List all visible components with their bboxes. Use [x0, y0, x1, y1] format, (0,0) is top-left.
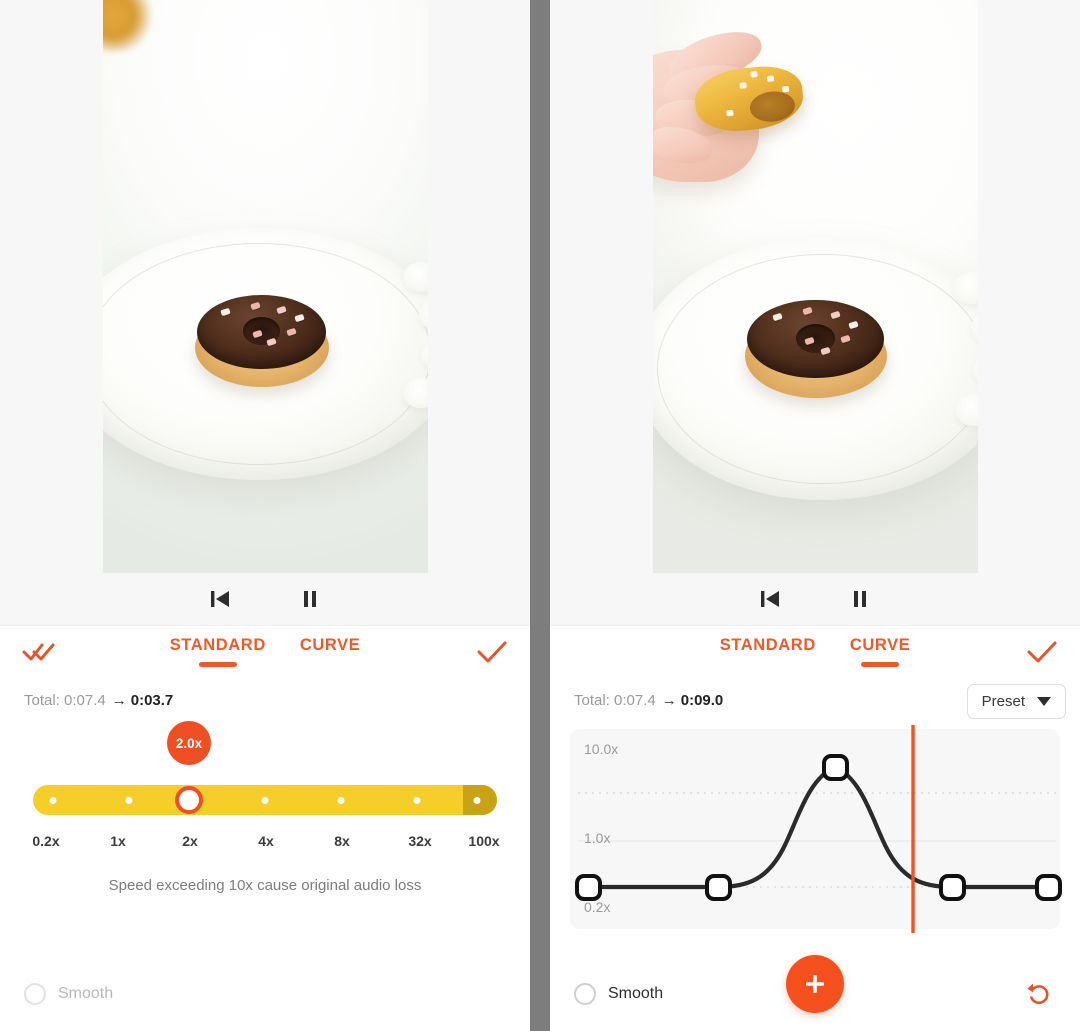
axis-label-min: 0.2x [584, 899, 611, 915]
curve-keypoint-ramp-start [705, 874, 732, 901]
speed-scale-labels: 0.2x 1x 2x 4x 8x 32x 100x [20, 833, 510, 861]
curve-keypoint-peak [822, 754, 849, 781]
curve-keypoint-end [1035, 874, 1062, 901]
duration-summary-right: Total: 0:07.4 → 0:09.0 [550, 678, 747, 709]
tab-standard[interactable]: STANDARD [720, 636, 816, 669]
duration-and-preset-row: Total: 0:07.4 → 0:09.0 Preset [550, 678, 1080, 719]
curve-speed-panel: STANDARD CURVE Total: 0:07.4 → 0:09.0 Pr… [550, 0, 1080, 1031]
tab-active-underline [198, 662, 237, 667]
scale-label-0: 0.2x [32, 833, 60, 849]
check-icon[interactable] [468, 636, 508, 668]
speed-curve-graph[interactable]: 10.0x 1.0x 0.2x [570, 725, 1062, 933]
smooth-toggle-right[interactable]: Smooth [574, 983, 663, 1005]
speed-editor-right: STANDARD CURVE Total: 0:07.4 → 0:09.0 Pr… [550, 626, 1080, 1031]
scale-label-5: 32x [408, 833, 432, 849]
skip-to-start-icon[interactable] [203, 582, 237, 616]
video-frame-left[interactable] [102, 0, 428, 573]
speed-curve-path [585, 764, 1051, 890]
duration-summary-left: Total: 0:07.4 → 0:03.7 [0, 678, 530, 709]
audio-loss-hint: Speed exceeding 10x cause original audio… [108, 877, 422, 894]
standard-speed-panel: STANDARD CURVE Total: 0:07.4 → 0:03.7 2.… [0, 0, 530, 1031]
panel-divider [530, 0, 550, 1031]
chevron-down-icon [1037, 697, 1051, 706]
scale-label-1: 1x [110, 833, 126, 849]
check-icon[interactable] [1018, 636, 1058, 668]
speed-bubble-row: 2.0x [0, 709, 530, 781]
slider-tick [49, 797, 57, 804]
tab-standard[interactable]: STANDARD [170, 636, 266, 669]
tab-curve-label: CURVE [299, 636, 361, 654]
slider-tick [261, 797, 269, 804]
skip-to-start-icon[interactable] [753, 582, 787, 616]
preset-label: Preset [981, 693, 1025, 710]
total-duration-label: Total: 0:07.4 [24, 692, 106, 709]
scale-label-2: 2x [182, 833, 198, 849]
transport-controls-right [550, 573, 1080, 625]
smooth-radio-icon[interactable] [24, 983, 46, 1005]
speed-slider-knob[interactable] [175, 786, 203, 814]
smooth-radio-icon[interactable] [574, 983, 596, 1005]
arrow-icon: → [111, 692, 127, 709]
reset-curve-button[interactable] [1022, 977, 1056, 1011]
tab-standard-label: STANDARD [719, 636, 816, 654]
axis-label-mid: 1.0x [584, 830, 611, 846]
toolbar-left-spacer [572, 636, 612, 668]
preset-dropdown-button[interactable]: Preset [966, 684, 1066, 719]
dual-screenshot-container: STANDARD CURVE Total: 0:07.4 → 0:03.7 2.… [0, 0, 1080, 1031]
tab-curve-label: CURVE [849, 636, 911, 654]
add-keypoint-button[interactable] [786, 955, 844, 1013]
smooth-label: Smooth [58, 985, 114, 1002]
reset-rotate-icon [1027, 983, 1049, 1005]
tab-curve[interactable]: CURVE [300, 636, 360, 669]
video-frame-right[interactable] [652, 0, 978, 573]
pause-icon[interactable] [843, 582, 877, 616]
video-preview-left [0, 0, 530, 626]
chocolate-donut [194, 295, 329, 387]
tab-group-left: STANDARD CURVE [0, 636, 530, 669]
slider-tick [125, 797, 133, 804]
slider-tick [337, 797, 345, 804]
scale-label-6: 100x [468, 833, 500, 849]
bottom-bar-right: Smooth [550, 955, 1080, 1031]
slider-tick [413, 797, 421, 804]
tab-standard-label: STANDARD [169, 636, 266, 654]
smooth-label: Smooth [608, 985, 664, 1002]
corner-highlight [102, 0, 155, 52]
editor-toolbar-right: STANDARD CURVE [550, 626, 1080, 678]
plus-icon [806, 975, 824, 993]
chocolate-donut [744, 300, 887, 398]
total-duration-label: Total: 0:07.4 [574, 692, 656, 709]
slider-tick [473, 797, 481, 804]
video-scene-donut-static [102, 0, 428, 573]
speed-editor-left: STANDARD CURVE Total: 0:07.4 → 0:03.7 2.… [0, 626, 530, 1031]
scale-label-3: 4x [258, 833, 274, 849]
video-scene-donut-hand [652, 0, 978, 573]
smooth-toggle-left[interactable]: Smooth [24, 983, 113, 1005]
axis-label-max: 10.0x [584, 741, 619, 757]
tab-group-right: STANDARD CURVE [550, 636, 1080, 669]
output-duration-value: 0:03.7 [130, 692, 174, 709]
scale-label-4: 8x [334, 833, 350, 849]
curve-svg[interactable] [570, 725, 1062, 933]
tab-active-underline [861, 662, 900, 667]
curve-keypoint-ramp-end [939, 874, 966, 901]
editor-toolbar-left: STANDARD CURVE [0, 626, 530, 678]
transport-controls-left [0, 573, 530, 625]
output-duration-value: 0:09.0 [680, 692, 724, 709]
arrow-icon: → [661, 692, 677, 709]
curve-keypoint-start [575, 874, 602, 901]
tab-curve[interactable]: CURVE [850, 636, 910, 669]
pause-icon[interactable] [293, 582, 327, 616]
speed-value-bubble: 2.0x [167, 721, 211, 765]
double-check-icon[interactable] [22, 636, 62, 668]
video-preview-right [550, 0, 1080, 626]
speed-slider[interactable] [33, 781, 497, 821]
bottom-bar-left: Smooth [0, 957, 530, 1031]
